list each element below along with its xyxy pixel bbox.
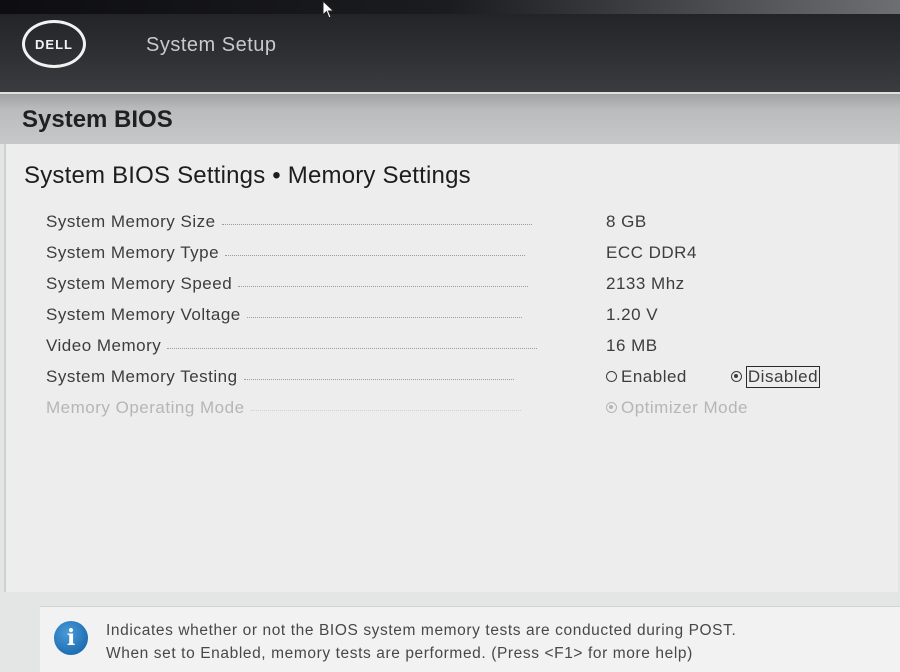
setting-label: System Memory Voltage (46, 304, 241, 324)
setting-row-memory-testing: System Memory Testing Enabled Disabled (46, 361, 886, 392)
setting-label: System Memory Type (46, 242, 220, 262)
section-title-bar: System BIOS (0, 92, 900, 144)
radio-label: Disabled (745, 365, 821, 388)
setting-row-memory-voltage: System Memory Voltage 1.20 V (46, 299, 886, 330)
setting-value: 2133 Mhz (606, 273, 685, 293)
dell-logo: DELL (22, 20, 86, 68)
page-title: System BIOS Settings • Memory Settings (24, 162, 471, 189)
operating-mode-options: Optimizer Mode (606, 398, 748, 418)
app-title: System Setup (146, 34, 277, 56)
dotted-leader (243, 379, 514, 380)
radio-optimizer-mode: Optimizer Mode (606, 398, 748, 418)
setting-label: System Memory Testing (46, 366, 238, 386)
radio-enabled[interactable]: Enabled (606, 367, 687, 387)
setting-row-memory-speed: System Memory Speed 2133 Mhz (46, 268, 886, 299)
dotted-leader (250, 410, 521, 411)
monitor-edge (0, 0, 900, 14)
setting-value: 8 GB (606, 211, 647, 231)
radio-off-icon (606, 371, 617, 382)
dotted-leader (225, 255, 526, 256)
setting-value: 1.20 V (606, 304, 659, 324)
setting-label: System Memory Size (46, 211, 216, 231)
radio-label: Enabled (621, 366, 687, 386)
dotted-leader (238, 286, 529, 287)
setting-row-memory-type: System Memory Type ECC DDR4 (46, 237, 886, 268)
setting-label: Video Memory (46, 335, 162, 355)
help-line-1: Indicates whether or not the BIOS system… (106, 622, 737, 639)
bios-screen: DELL System Setup System BIOS System BIO… (0, 0, 900, 672)
radio-disabled[interactable]: Disabled (730, 365, 821, 388)
radio-on-icon (730, 371, 742, 382)
setting-row-memory-size: System Memory Size 8 GB (46, 206, 886, 237)
setting-value: ECC DDR4 (606, 242, 697, 262)
memory-testing-options: Enabled Disabled (606, 365, 821, 388)
header-bar: DELL System Setup (0, 0, 900, 92)
setting-value: 16 MB (606, 335, 658, 355)
dotted-leader (167, 348, 538, 349)
info-icon: i (54, 621, 88, 655)
radio-label: Optimizer Mode (621, 397, 748, 417)
help-panel: i Indicates whether or not the BIOS syst… (40, 606, 900, 672)
help-text: Indicates whether or not the BIOS system… (106, 619, 736, 665)
radio-on-icon (606, 402, 617, 413)
setting-row-video-memory: Video Memory 16 MB (46, 330, 886, 361)
help-line-2: When set to Enabled, memory tests are pe… (106, 645, 693, 662)
section-title: System BIOS (22, 106, 173, 133)
dotted-leader (246, 317, 522, 318)
setting-label: Memory Operating Mode (46, 397, 245, 417)
setting-row-operating-mode: Memory Operating Mode Optimizer Mode (46, 392, 886, 423)
settings-panel: System BIOS Settings • Memory Settings S… (4, 144, 898, 592)
settings-list: System Memory Size 8 GB System Memory Ty… (46, 206, 886, 423)
setting-label: System Memory Speed (46, 273, 233, 293)
dotted-leader (221, 224, 532, 225)
mouse-cursor-icon (322, 0, 335, 19)
